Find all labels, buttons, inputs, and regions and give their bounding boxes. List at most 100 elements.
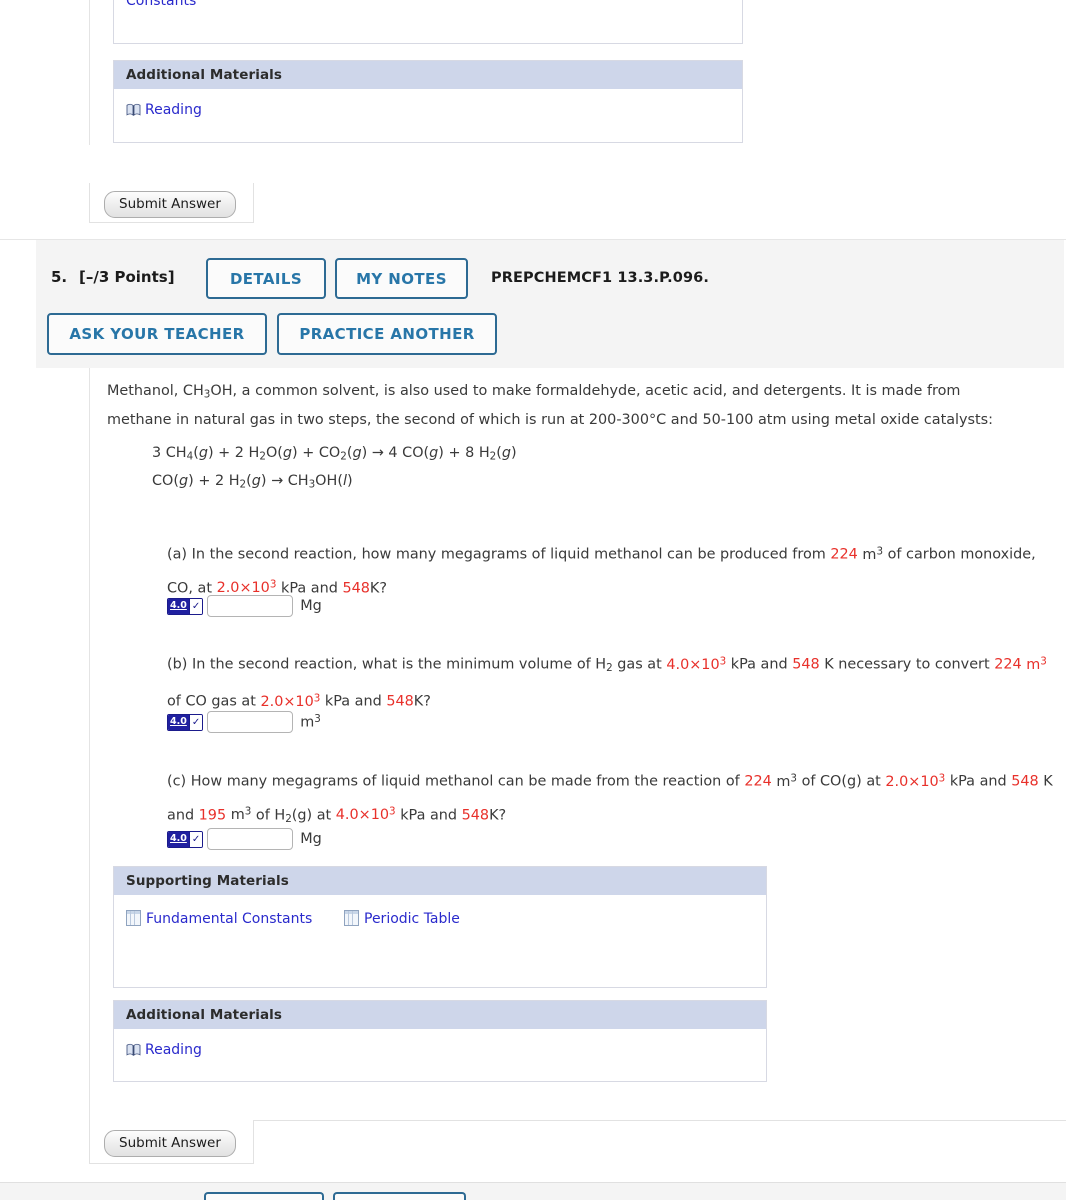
part-b-value-5: 548 xyxy=(386,693,414,710)
submit-answer-rule xyxy=(254,1120,1066,1121)
part-b-answer-input[interactable] xyxy=(207,711,294,733)
part-b-badge-number: 4.0 xyxy=(168,714,189,730)
question-stem-line-1: Methanol, CH3OH, a common solvent, is al… xyxy=(107,377,1047,410)
part-c-badge-check-icon: ✓ xyxy=(188,831,203,847)
part-a-text-1: In the second reaction, how many megagra… xyxy=(191,546,826,563)
practice-another-button[interactable]: PRACTICE ANOTHER xyxy=(277,313,497,355)
next-question-header-strip xyxy=(0,1182,1066,1200)
book-icon xyxy=(126,102,141,117)
additional-material-link-reading[interactable]: Reading xyxy=(126,100,202,120)
part-c-text-4: of H xyxy=(255,807,286,824)
supporting-materials-column-1: Fundamental Constants xyxy=(126,908,344,929)
part-c-sub-2: 2 xyxy=(285,812,292,825)
part-b-answer-unit: m3 xyxy=(300,713,321,731)
additional-material-link-reading[interactable]: Reading xyxy=(126,1040,202,1060)
part-a-tail: K? xyxy=(369,580,387,597)
previous-submit-answer-button[interactable]: Submit Answer xyxy=(104,191,236,218)
part-a-tutorial-badge[interactable]: 4.0 ✓ xyxy=(167,597,204,615)
question-points: [–/3 Points] xyxy=(79,268,175,286)
part-c-answer-unit: Mg xyxy=(300,831,322,847)
supporting-materials-box: Supporting Materials Fundamental Constan… xyxy=(113,866,767,988)
stem-text-a: Methanol, CH xyxy=(107,383,204,399)
supporting-materials-title: Supporting Materials xyxy=(114,867,766,895)
supporting-material-link-periodic-table[interactable]: Periodic Table xyxy=(344,909,460,929)
part-b-text-1: In the second reaction, what is the mini… xyxy=(191,656,607,673)
part-c-text-5: (g) at xyxy=(291,807,332,824)
supporting-materials-column-2: Periodic Table xyxy=(344,908,460,929)
part-b-text-2: gas at xyxy=(617,656,662,673)
submit-answer-button[interactable]: Submit Answer xyxy=(104,1130,236,1157)
stem-text-b: OH, a common solvent, is also used to ma… xyxy=(210,383,961,399)
part-c-answer-row: 4.0 ✓ Mg xyxy=(167,828,322,850)
part-b-tutorial-badge[interactable]: 4.0 ✓ xyxy=(167,713,204,731)
question-header-bar: 5. [–/3 Points] DETAILS MY NOTES PREPCHE… xyxy=(36,240,1064,368)
part-c-label: (c) xyxy=(167,773,187,790)
part-b-value-2: 548 xyxy=(792,656,820,673)
part-c-value-6: 548 xyxy=(461,807,490,824)
supporting-materials-body: Fundamental Constants Periodic Table xyxy=(114,895,766,943)
additional-material-label: Reading xyxy=(145,102,202,118)
my-notes-button[interactable]: MY NOTES xyxy=(335,258,468,299)
part-b-value-1: 4.0×103 xyxy=(666,655,727,673)
previous-additional-materials-body: Reading xyxy=(114,89,742,134)
part-c-tail: K? xyxy=(489,807,507,824)
part-b-sub-2: 2 xyxy=(606,662,613,675)
supporting-material-label-1: Fundamental Constants xyxy=(146,911,313,927)
part-c-value-1: 224 xyxy=(744,773,772,790)
part-c-value-2: 2.0×103 xyxy=(885,772,946,790)
part-c-value-5: 4.0×103 xyxy=(335,805,396,824)
part-b-value-3: 224 xyxy=(994,656,1022,673)
question-code: PREPCHEMCF1 13.3.P.096. xyxy=(491,270,709,286)
equation-1: 3 CH4(g) + 2 H2O(g) + CO2(g) → 4 CO(g) +… xyxy=(152,445,517,463)
equation-2: CO(g) + 2 H2(g) → CH3OH(l) xyxy=(152,473,353,491)
assignment-page: Constants Additional Materials Reading S… xyxy=(0,0,1066,1200)
details-button[interactable]: DETAILS xyxy=(206,258,326,299)
additional-materials-title: Additional Materials xyxy=(114,1001,766,1029)
table-icon xyxy=(126,910,141,926)
part-a-badge-number: 4.0 xyxy=(168,598,189,614)
part-c-unit-4: kPa and xyxy=(400,807,458,824)
part-a-unit-2: kPa and xyxy=(281,580,338,597)
part-a-value-3: 548 xyxy=(342,580,370,597)
next-question-my-notes-button[interactable] xyxy=(333,1192,466,1200)
part-a-answer-input[interactable] xyxy=(207,595,294,617)
question-number: 5. xyxy=(51,268,68,286)
part-a-answer-unit: Mg xyxy=(300,598,322,614)
part-a-label: (a) xyxy=(167,546,188,563)
additional-materials-body: Reading xyxy=(114,1029,766,1074)
previous-supporting-materials-box: Constants xyxy=(113,0,743,44)
part-c-unit-3: m3 xyxy=(230,805,252,824)
part-c-unit-2: kPa and xyxy=(949,773,1007,790)
table-icon xyxy=(344,910,359,926)
part-b-badge-check-icon: ✓ xyxy=(188,714,203,730)
part-b-text: (b) In the second reaction, what is the … xyxy=(167,646,1057,717)
part-b-tail: K? xyxy=(413,693,431,710)
part-b-value-4: 2.0×103 xyxy=(260,692,321,710)
question-stem-line-2: methane in natural gas in two steps, the… xyxy=(107,412,994,428)
part-c-value-3: 548 xyxy=(1011,773,1039,790)
part-b-answer-row: 4.0 ✓ m3 xyxy=(167,711,321,733)
part-b-unit-1: kPa and xyxy=(730,656,788,673)
supporting-material-link-constants-tail[interactable]: Constants xyxy=(126,0,730,11)
part-c-answer-input[interactable] xyxy=(207,828,294,850)
supporting-material-label-2: Periodic Table xyxy=(364,911,460,927)
question-body: Methanol, CH3OH, a common solvent, is al… xyxy=(89,368,1066,1150)
previous-submit-answer-wrap: Submit Answer xyxy=(89,183,254,223)
part-c-tutorial-badge[interactable]: 4.0 ✓ xyxy=(167,830,204,848)
part-b-text-4: of CO gas at xyxy=(167,693,256,710)
part-a-unit-1: m3 xyxy=(862,545,884,563)
part-b-label: (b) xyxy=(167,656,188,673)
additional-material-label: Reading xyxy=(145,1042,202,1058)
part-c-unit-1: m3 xyxy=(776,772,797,790)
part-b-unit-3: kPa and xyxy=(324,693,382,710)
part-b-unit-2: m3 xyxy=(1021,655,1047,673)
ask-your-teacher-button[interactable]: ASK YOUR TEACHER xyxy=(47,313,267,355)
next-question-details-button[interactable] xyxy=(204,1192,324,1200)
supporting-material-link-fundamental-constants[interactable]: Fundamental Constants xyxy=(126,909,312,929)
part-c-text-1: How many megagrams of liquid methanol ca… xyxy=(190,773,740,790)
part-c-text: (c) How many megagrams of liquid methano… xyxy=(167,763,1057,834)
part-a-answer-row: 4.0 ✓ Mg xyxy=(167,595,322,617)
part-a-value-2: 2.0×103 xyxy=(216,578,277,597)
part-c-text-2: of CO(g) at xyxy=(801,773,881,790)
part-a-text: (a) In the second reaction, how many meg… xyxy=(167,536,1052,603)
